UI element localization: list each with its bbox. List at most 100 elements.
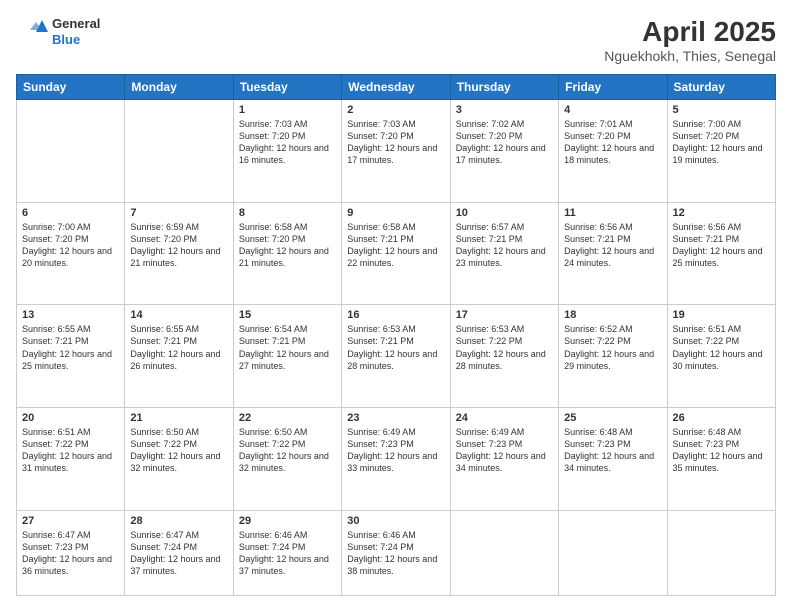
day-detail: Sunrise: 6:52 AMSunset: 7:22 PMDaylight:… (564, 323, 661, 372)
day-number: 25 (564, 412, 661, 424)
day-detail: Sunrise: 6:53 AMSunset: 7:22 PMDaylight:… (456, 323, 553, 372)
table-row: 2 Sunrise: 7:03 AMSunset: 7:20 PMDayligh… (342, 100, 450, 203)
day-number: 14 (130, 309, 227, 321)
day-detail: Sunrise: 6:55 AMSunset: 7:21 PMDaylight:… (130, 323, 227, 372)
day-detail: Sunrise: 6:48 AMSunset: 7:23 PMDaylight:… (564, 426, 661, 475)
table-row: 14 Sunrise: 6:55 AMSunset: 7:21 PMDaylig… (125, 305, 233, 408)
col-friday: Friday (559, 75, 667, 100)
calendar-week-row: 27 Sunrise: 6:47 AMSunset: 7:23 PMDaylig… (17, 510, 776, 595)
day-number: 5 (673, 104, 770, 116)
logo-text: General Blue (52, 16, 100, 47)
day-number: 24 (456, 412, 553, 424)
day-number: 17 (456, 309, 553, 321)
table-row: 24 Sunrise: 6:49 AMSunset: 7:23 PMDaylig… (450, 407, 558, 510)
logo-icon (16, 16, 48, 48)
day-detail: Sunrise: 6:49 AMSunset: 7:23 PMDaylight:… (347, 426, 444, 475)
day-detail: Sunrise: 6:57 AMSunset: 7:21 PMDaylight:… (456, 221, 553, 270)
table-row: 8 Sunrise: 6:58 AMSunset: 7:20 PMDayligh… (233, 202, 341, 305)
day-detail: Sunrise: 6:49 AMSunset: 7:23 PMDaylight:… (456, 426, 553, 475)
day-number: 30 (347, 515, 444, 527)
col-sunday: Sunday (17, 75, 125, 100)
logo-line2: Blue (52, 32, 100, 48)
day-detail: Sunrise: 6:53 AMSunset: 7:21 PMDaylight:… (347, 323, 444, 372)
calendar-title: April 2025 (604, 16, 776, 48)
table-row: 16 Sunrise: 6:53 AMSunset: 7:21 PMDaylig… (342, 305, 450, 408)
calendar-week-row: 20 Sunrise: 6:51 AMSunset: 7:22 PMDaylig… (17, 407, 776, 510)
table-row: 18 Sunrise: 6:52 AMSunset: 7:22 PMDaylig… (559, 305, 667, 408)
table-row (17, 100, 125, 203)
table-row: 13 Sunrise: 6:55 AMSunset: 7:21 PMDaylig… (17, 305, 125, 408)
table-row: 10 Sunrise: 6:57 AMSunset: 7:21 PMDaylig… (450, 202, 558, 305)
table-row: 28 Sunrise: 6:47 AMSunset: 7:24 PMDaylig… (125, 510, 233, 595)
day-detail: Sunrise: 7:03 AMSunset: 7:20 PMDaylight:… (347, 118, 444, 167)
day-number: 2 (347, 104, 444, 116)
table-row: 15 Sunrise: 6:54 AMSunset: 7:21 PMDaylig… (233, 305, 341, 408)
day-detail: Sunrise: 6:47 AMSunset: 7:23 PMDaylight:… (22, 529, 119, 578)
day-number: 7 (130, 207, 227, 219)
table-row: 22 Sunrise: 6:50 AMSunset: 7:22 PMDaylig… (233, 407, 341, 510)
logo-line1: General (52, 16, 100, 32)
calendar-week-row: 1 Sunrise: 7:03 AMSunset: 7:20 PMDayligh… (17, 100, 776, 203)
col-thursday: Thursday (450, 75, 558, 100)
day-number: 22 (239, 412, 336, 424)
day-detail: Sunrise: 6:54 AMSunset: 7:21 PMDaylight:… (239, 323, 336, 372)
table-row: 5 Sunrise: 7:00 AMSunset: 7:20 PMDayligh… (667, 100, 775, 203)
day-detail: Sunrise: 6:50 AMSunset: 7:22 PMDaylight:… (130, 426, 227, 475)
day-detail: Sunrise: 6:58 AMSunset: 7:21 PMDaylight:… (347, 221, 444, 270)
day-number: 27 (22, 515, 119, 527)
table-row: 19 Sunrise: 6:51 AMSunset: 7:22 PMDaylig… (667, 305, 775, 408)
calendar-subtitle: Nguekhokh, Thies, Senegal (604, 48, 776, 64)
day-number: 20 (22, 412, 119, 424)
table-row: 20 Sunrise: 6:51 AMSunset: 7:22 PMDaylig… (17, 407, 125, 510)
day-number: 19 (673, 309, 770, 321)
table-row: 1 Sunrise: 7:03 AMSunset: 7:20 PMDayligh… (233, 100, 341, 203)
day-detail: Sunrise: 7:00 AMSunset: 7:20 PMDaylight:… (673, 118, 770, 167)
day-number: 4 (564, 104, 661, 116)
col-monday: Monday (125, 75, 233, 100)
day-number: 11 (564, 207, 661, 219)
table-row: 27 Sunrise: 6:47 AMSunset: 7:23 PMDaylig… (17, 510, 125, 595)
day-detail: Sunrise: 6:55 AMSunset: 7:21 PMDaylight:… (22, 323, 119, 372)
table-row: 3 Sunrise: 7:02 AMSunset: 7:20 PMDayligh… (450, 100, 558, 203)
table-row: 17 Sunrise: 6:53 AMSunset: 7:22 PMDaylig… (450, 305, 558, 408)
table-row (450, 510, 558, 595)
day-detail: Sunrise: 6:46 AMSunset: 7:24 PMDaylight:… (347, 529, 444, 578)
day-number: 13 (22, 309, 119, 321)
logo: General Blue (16, 16, 100, 48)
calendar-table: Sunday Monday Tuesday Wednesday Thursday… (16, 74, 776, 596)
day-number: 6 (22, 207, 119, 219)
table-row: 9 Sunrise: 6:58 AMSunset: 7:21 PMDayligh… (342, 202, 450, 305)
table-row: 23 Sunrise: 6:49 AMSunset: 7:23 PMDaylig… (342, 407, 450, 510)
table-row: 6 Sunrise: 7:00 AMSunset: 7:20 PMDayligh… (17, 202, 125, 305)
day-number: 21 (130, 412, 227, 424)
day-detail: Sunrise: 6:47 AMSunset: 7:24 PMDaylight:… (130, 529, 227, 578)
col-saturday: Saturday (667, 75, 775, 100)
table-row (559, 510, 667, 595)
day-detail: Sunrise: 6:58 AMSunset: 7:20 PMDaylight:… (239, 221, 336, 270)
page: General Blue April 2025 Nguekhokh, Thies… (0, 0, 792, 612)
day-number: 29 (239, 515, 336, 527)
day-detail: Sunrise: 7:00 AMSunset: 7:20 PMDaylight:… (22, 221, 119, 270)
calendar-week-row: 6 Sunrise: 7:00 AMSunset: 7:20 PMDayligh… (17, 202, 776, 305)
col-tuesday: Tuesday (233, 75, 341, 100)
day-number: 18 (564, 309, 661, 321)
day-detail: Sunrise: 6:51 AMSunset: 7:22 PMDaylight:… (22, 426, 119, 475)
table-row: 7 Sunrise: 6:59 AMSunset: 7:20 PMDayligh… (125, 202, 233, 305)
table-row: 12 Sunrise: 6:56 AMSunset: 7:21 PMDaylig… (667, 202, 775, 305)
day-detail: Sunrise: 6:48 AMSunset: 7:23 PMDaylight:… (673, 426, 770, 475)
table-row: 29 Sunrise: 6:46 AMSunset: 7:24 PMDaylig… (233, 510, 341, 595)
day-number: 26 (673, 412, 770, 424)
day-number: 3 (456, 104, 553, 116)
calendar-week-row: 13 Sunrise: 6:55 AMSunset: 7:21 PMDaylig… (17, 305, 776, 408)
day-number: 10 (456, 207, 553, 219)
day-detail: Sunrise: 7:02 AMSunset: 7:20 PMDaylight:… (456, 118, 553, 167)
day-detail: Sunrise: 7:03 AMSunset: 7:20 PMDaylight:… (239, 118, 336, 167)
table-row: 26 Sunrise: 6:48 AMSunset: 7:23 PMDaylig… (667, 407, 775, 510)
day-number: 16 (347, 309, 444, 321)
table-row (667, 510, 775, 595)
table-row: 30 Sunrise: 6:46 AMSunset: 7:24 PMDaylig… (342, 510, 450, 595)
day-detail: Sunrise: 6:46 AMSunset: 7:24 PMDaylight:… (239, 529, 336, 578)
col-wednesday: Wednesday (342, 75, 450, 100)
table-row: 4 Sunrise: 7:01 AMSunset: 7:20 PMDayligh… (559, 100, 667, 203)
day-detail: Sunrise: 7:01 AMSunset: 7:20 PMDaylight:… (564, 118, 661, 167)
